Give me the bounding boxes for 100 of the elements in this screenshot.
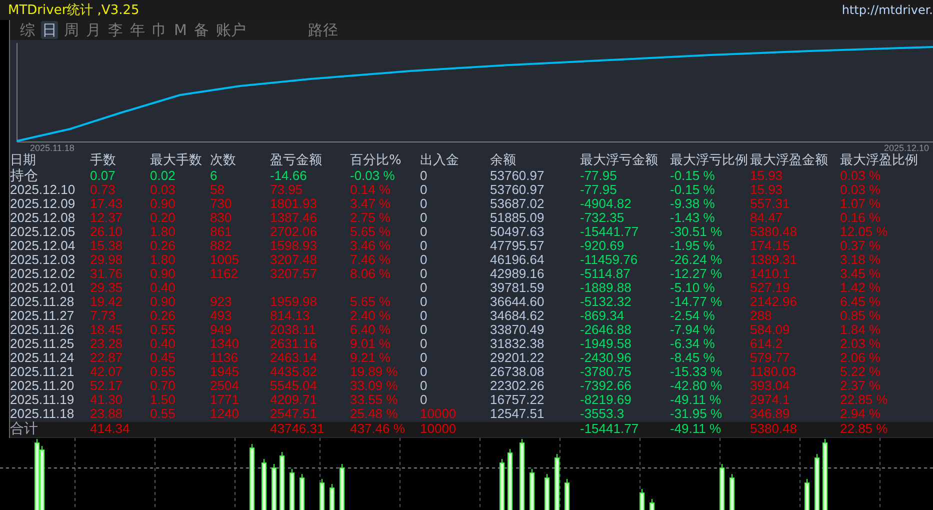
table-cell: -0.03 %: [350, 169, 395, 183]
table-cell: 31.76: [90, 267, 123, 281]
total-cell: 43746.31: [270, 422, 324, 436]
period-tab[interactable]: M: [173, 21, 188, 39]
table-cell: 9.01 %: [350, 337, 390, 351]
table-cell: 17.43: [90, 197, 123, 211]
table-cell: -7.94 %: [670, 323, 715, 337]
date-cell: 2025.12.09: [10, 197, 76, 211]
axis-label: 2025.11.18: [30, 143, 74, 153]
total-cell: 10000: [420, 422, 456, 436]
total-cell: -49.11 %: [670, 422, 722, 436]
table-cell: 22.85 %: [840, 393, 888, 407]
table-cell: 29.35: [90, 281, 123, 295]
table-cell: 0.40: [150, 337, 176, 351]
table-cell: -869.34: [580, 309, 624, 323]
table-cell: 882: [210, 239, 232, 253]
table-cell: 6.40 %: [350, 323, 390, 337]
period-tab[interactable]: 巾: [151, 21, 168, 39]
table-cell: 29.98: [90, 253, 123, 267]
table-cell: 0.07: [90, 169, 116, 183]
table-cell: 0: [420, 281, 428, 295]
table-cell: 1801.93: [270, 197, 317, 211]
table-cell: 0: [420, 183, 428, 197]
table-cell: -0.15 %: [670, 183, 715, 197]
period-tab[interactable]: 月: [85, 21, 102, 39]
table-cell: 2974.1: [750, 393, 790, 407]
table-cell: 25.48 %: [350, 407, 398, 421]
url-link[interactable]: http://mtdriver.: [842, 3, 933, 17]
period-tab[interactable]: 综: [19, 21, 36, 39]
table-cell: 7.46 %: [350, 253, 390, 267]
date-cell: 2025.12.08: [10, 211, 76, 225]
column-header: 次数: [210, 153, 236, 169]
period-tab[interactable]: 备: [192, 21, 210, 39]
table-cell: 33870.49: [490, 323, 544, 337]
table-cell: 0.03: [150, 183, 176, 197]
period-tab[interactable]: 李: [107, 21, 124, 39]
table-cell: 5.22 %: [840, 365, 880, 379]
date-cell: 2025.11.24: [10, 351, 74, 365]
table-cell: 50497.63: [490, 225, 544, 239]
table-cell: 579.77: [750, 351, 790, 365]
period-tab[interactable]: 日: [41, 21, 58, 39]
table-cell: 1340: [210, 337, 239, 351]
table-cell: -1889.88: [580, 281, 632, 295]
table-cell: 0: [420, 197, 428, 211]
table-cell: 2463.14: [270, 351, 317, 365]
period-tab[interactable]: 周: [63, 21, 80, 39]
table-cell: 42989.16: [490, 267, 544, 281]
period-tab[interactable]: 年: [129, 21, 146, 39]
total-cell: 22.85 %: [840, 422, 888, 436]
table-cell: -15441.77: [580, 225, 639, 239]
table-cell: 0.90: [150, 197, 176, 211]
table-cell: 0.14 %: [350, 183, 390, 197]
table-cell: -42.80 %: [670, 379, 722, 393]
table-cell: -1.43 %: [670, 211, 715, 225]
table-cell: 26.10: [90, 225, 123, 239]
table-cell: 7.73: [90, 309, 116, 323]
table-cell: 12547.51: [490, 407, 544, 421]
table-cell: 19.89 %: [350, 365, 398, 379]
table-cell: -31.95 %: [670, 407, 722, 421]
table-cell: 2702.06: [270, 225, 317, 239]
table-cell: 9.21 %: [350, 351, 390, 365]
table-cell: 4209.71: [270, 393, 317, 407]
column-header: 出入金: [420, 153, 459, 169]
table-cell: 1136: [210, 351, 238, 365]
table-cell: 0.70: [150, 379, 176, 393]
table-cell: 36644.60: [490, 295, 544, 309]
column-header: 最大浮亏金额: [580, 153, 658, 169]
table-cell: 18.45: [90, 323, 123, 337]
table-cell: 8.06 %: [350, 267, 390, 281]
date-cell: 2025.12.02: [10, 267, 76, 281]
table-cell: 288: [750, 309, 772, 323]
table-cell: 949: [210, 323, 232, 337]
table-cell: 0: [420, 267, 428, 281]
table-cell: 1389.31: [750, 253, 797, 267]
table-cell: -15.33 %: [670, 365, 722, 379]
path-button[interactable]: 路径: [306, 21, 339, 39]
period-tab[interactable]: 账户: [214, 21, 247, 39]
table-cell: 34684.62: [490, 309, 544, 323]
table-cell: 42.07: [90, 365, 123, 379]
total-cell: 合计: [10, 422, 38, 436]
table-cell: 1005: [210, 253, 239, 267]
table-cell: 26738.08: [490, 365, 544, 379]
table-cell: 493: [210, 309, 232, 323]
table-cell: 0.02: [150, 169, 176, 183]
table-cell: 174.15: [750, 239, 790, 253]
table-cell: -5.10 %: [670, 281, 715, 295]
table-cell: 2.03 %: [840, 337, 880, 351]
table-cell: 2.37 %: [840, 379, 880, 393]
table-cell: 33.09 %: [350, 379, 398, 393]
table-cell: -26.24 %: [670, 253, 722, 267]
table-cell: 23.28: [90, 337, 123, 351]
table-cell: 12.05 %: [840, 225, 888, 239]
table-cell: -49.11 %: [670, 393, 722, 407]
table-cell: 0.85 %: [840, 309, 880, 323]
table-cell: 15.93: [750, 183, 783, 197]
table-cell: -9.38 %: [670, 197, 715, 211]
table-cell: 0: [420, 323, 428, 337]
table-cell: 1.80: [150, 253, 176, 267]
table-cell: 0: [420, 211, 428, 225]
date-cell: 2025.11.20: [10, 379, 74, 393]
